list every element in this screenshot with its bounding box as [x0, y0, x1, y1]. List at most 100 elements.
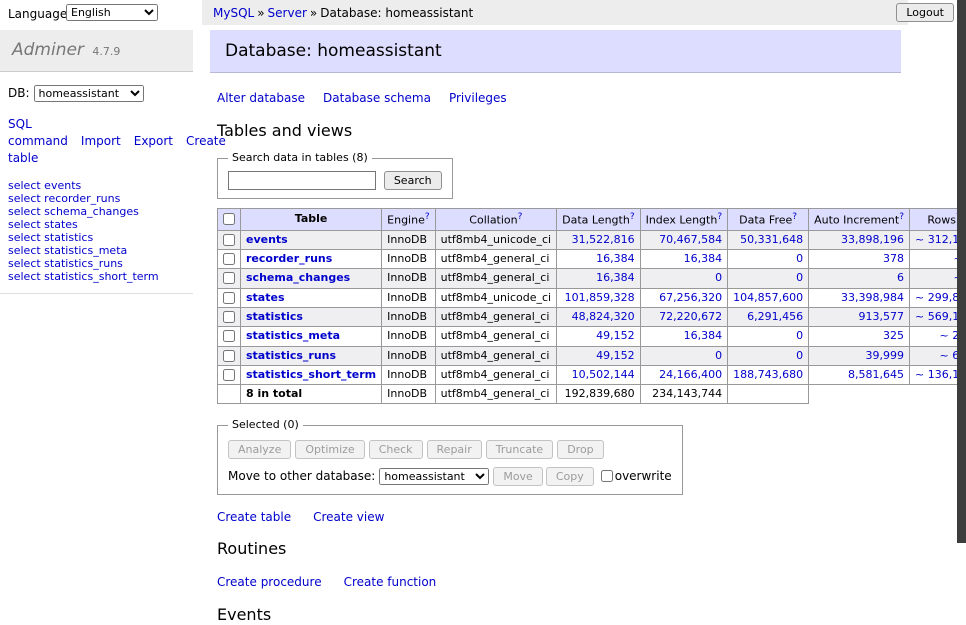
auto-increment-link[interactable]: 6 [897, 271, 904, 284]
db-nav-link[interactable]: Privileges [449, 91, 507, 105]
auto-increment-link[interactable]: 325 [883, 329, 904, 342]
row-checkbox[interactable] [223, 234, 235, 246]
scrollbar-thumb[interactable] [957, 0, 966, 543]
auto-increment-link[interactable]: 913,577 [859, 310, 905, 323]
data-length-link[interactable]: 16,384 [596, 252, 635, 265]
data-length-link[interactable]: 49,152 [596, 349, 635, 362]
table-name-link[interactable]: statistics_meta [246, 329, 340, 342]
data-length-link[interactable]: 16,384 [596, 271, 635, 284]
data-length-link[interactable]: 31,522,816 [572, 233, 635, 246]
table-name-link[interactable]: statistics [246, 310, 303, 323]
data-free-link[interactable]: 0 [796, 252, 803, 265]
sidebar-action-link[interactable]: Export [134, 134, 173, 148]
index-length-link[interactable]: 0 [715, 349, 722, 362]
auto-increment-cell: 325 [809, 327, 910, 346]
row-checkbox[interactable] [223, 330, 235, 342]
routine-link[interactable]: Create procedure [217, 575, 322, 589]
sidebar-table-link[interactable]: select schema_changes [8, 205, 139, 218]
column-help-link[interactable]: ? [792, 212, 797, 222]
repair-button[interactable]: Repair [427, 440, 482, 459]
sidebar-table-link[interactable]: select events [8, 179, 81, 192]
index-length-link[interactable]: 0 [715, 271, 722, 284]
index-length-link[interactable]: 16,384 [684, 252, 723, 265]
row-checkbox[interactable] [223, 272, 235, 284]
row-checkbox[interactable] [223, 350, 235, 362]
index-length-link[interactable]: 67,256,320 [659, 291, 722, 304]
column-help-link[interactable]: ? [518, 212, 523, 222]
search-button[interactable]: Search [384, 171, 442, 190]
column-help-link[interactable]: ? [425, 212, 430, 222]
create-link[interactable]: Create table [217, 510, 291, 524]
table-name-link[interactable]: schema_changes [246, 271, 350, 284]
index-length-link[interactable]: 16,384 [684, 329, 723, 342]
language-select[interactable]: English [66, 4, 158, 21]
auto-increment-link[interactable]: 33,898,196 [841, 233, 904, 246]
data-free-link[interactable]: 104,857,600 [733, 291, 803, 304]
data-length-link[interactable]: 101,859,328 [565, 291, 635, 304]
sidebar-table-link[interactable]: select statistics_meta [8, 244, 127, 257]
db-nav-link[interactable]: Database schema [323, 91, 431, 105]
overwrite-checkbox[interactable] [601, 470, 613, 482]
copy-button[interactable]: Copy [546, 467, 594, 486]
select-all-checkbox[interactable] [223, 213, 235, 225]
auto-increment-cell: 39,999 [809, 346, 910, 365]
data-free-link[interactable]: 0 [796, 329, 803, 342]
optimize-button[interactable]: Optimize [295, 440, 364, 459]
check-button[interactable]: Check [369, 440, 423, 459]
auto-increment-link[interactable]: 39,999 [866, 349, 905, 362]
data-free-link[interactable]: 0 [796, 349, 803, 362]
sidebar-action-link[interactable]: SQL command [8, 117, 68, 148]
db-nav-link[interactable]: Alter database [217, 91, 305, 105]
sidebar-action-link[interactable]: Import [81, 134, 121, 148]
analyze-button[interactable]: Analyze [228, 440, 291, 459]
index-length-link[interactable]: 24,166,400 [659, 368, 722, 381]
search-legend: Search data in tables (8) [228, 151, 372, 165]
truncate-button[interactable]: Truncate [486, 440, 553, 459]
row-checkbox[interactable] [223, 311, 235, 323]
auto-increment-link[interactable]: 33,398,984 [841, 291, 904, 304]
row-checkbox[interactable] [223, 253, 235, 265]
auto-increment-link[interactable]: 8,581,645 [848, 368, 904, 381]
app-name: Adminer [12, 40, 84, 60]
sidebar-table-link[interactable]: select states [8, 218, 78, 231]
collation-cell: utf8mb4_general_ci [435, 250, 556, 269]
row-checkbox[interactable] [223, 292, 235, 304]
search-input[interactable] [228, 171, 376, 190]
column-header-label: Rows [927, 213, 956, 226]
move-db-select[interactable]: homeassistant [379, 468, 489, 485]
row-checkbox[interactable] [223, 369, 235, 381]
data-free-link[interactable]: 188,743,680 [733, 368, 803, 381]
routine-link[interactable]: Create function [344, 575, 437, 589]
table-name-link[interactable]: statistics_runs [246, 349, 336, 362]
breadcrumb-server-link[interactable]: Server [268, 6, 307, 20]
move-button[interactable]: Move [493, 467, 543, 486]
index-length-link[interactable]: 70,467,584 [659, 233, 722, 246]
sidebar-table-link[interactable]: select statistics_short_term [8, 270, 159, 283]
auto-increment-link[interactable]: 378 [883, 252, 904, 265]
data-length-link[interactable]: 48,824,320 [572, 310, 635, 323]
data-free-link[interactable]: 50,331,648 [740, 233, 803, 246]
drop-button[interactable]: Drop [557, 440, 603, 459]
table-name-link[interactable]: recorder_runs [246, 252, 332, 265]
column-help-link[interactable]: ? [717, 212, 722, 222]
data-length-link[interactable]: 10,502,144 [572, 368, 635, 381]
table-name-link[interactable]: events [246, 233, 288, 246]
data-free-link[interactable]: 6,291,456 [747, 310, 803, 323]
table-name-link[interactable]: statistics_short_term [246, 368, 376, 381]
sidebar-table-link[interactable]: select statistics_runs [8, 257, 123, 270]
table-name-cell: statistics [241, 307, 382, 326]
index-length-link[interactable]: 72,220,672 [659, 310, 722, 323]
logout-button[interactable]: Logout [896, 3, 954, 22]
sidebar-table-link[interactable]: select statistics [8, 231, 93, 244]
data-length-cell: 49,152 [557, 327, 640, 346]
column-help-link[interactable]: ? [630, 212, 635, 222]
sidebar-table-link[interactable]: select recorder_runs [8, 192, 120, 205]
column-help-link[interactable]: ? [899, 212, 904, 222]
data-free-link[interactable]: 0 [796, 271, 803, 284]
breadcrumb-mysql-link[interactable]: MySQL [213, 6, 254, 20]
table-name-link[interactable]: states [246, 291, 285, 304]
create-link[interactable]: Create view [313, 510, 384, 524]
data-length-link[interactable]: 49,152 [596, 329, 635, 342]
db-select[interactable]: homeassistant [34, 85, 144, 102]
column-header-label: Collation [469, 213, 517, 226]
